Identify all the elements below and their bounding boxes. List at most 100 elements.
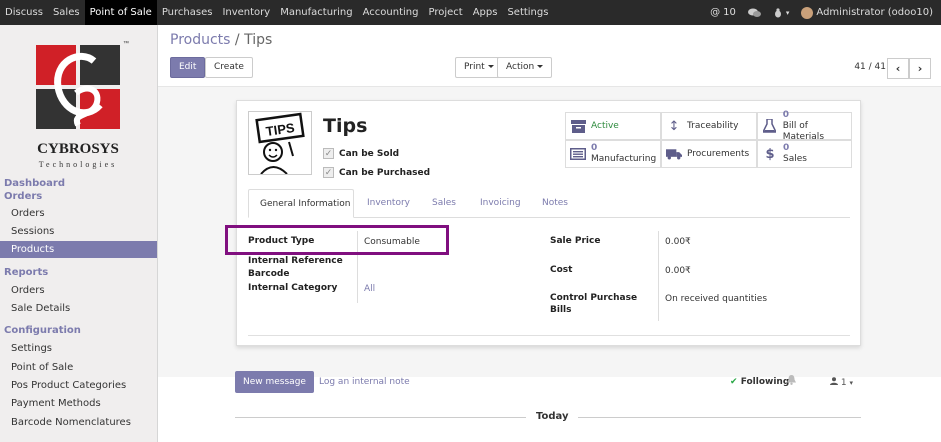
control-purchase-label-line-2: Bills (550, 305, 572, 315)
bom-count: 0 (782, 109, 790, 120)
traceability-button[interactable]: ↕ Traceability (661, 112, 757, 140)
check-icon: ✔ (730, 377, 738, 387)
sidebar-section-dashboard[interactable]: Dashboard (4, 178, 65, 189)
dollar-icon: $ (765, 146, 775, 162)
sidebar-item-settings[interactable]: Settings (0, 340, 157, 357)
control-panel: Products / Tips Edit Create Print Action… (158, 25, 941, 87)
create-button[interactable]: Create (205, 57, 253, 78)
pager-value[interactable]: 41 / 41 (854, 62, 886, 72)
menu-settings[interactable]: Settings (502, 0, 553, 25)
archive-icon (570, 118, 586, 134)
sales-text: 0 Sales (783, 143, 807, 165)
following-button[interactable]: ✔ Following (730, 377, 789, 387)
followers-count: 1 (840, 378, 847, 388)
tab-invoicing[interactable]: Invoicing (469, 189, 532, 218)
tab-sales[interactable]: Sales (421, 189, 467, 218)
tab-general-information[interactable]: General Information (248, 189, 354, 218)
cost-value[interactable]: 0.00₹ (665, 266, 691, 276)
sidebar-section-reports: Reports (4, 267, 49, 278)
bell-icon[interactable] (787, 375, 796, 388)
chevron-right-icon: › (917, 62, 923, 75)
sales-button[interactable]: $ 0 Sales (757, 140, 852, 168)
form-sheet: TIPS Tips ✓ Can be Sold ✓ Can be Purchas… (225, 100, 861, 346)
sale-price-value[interactable]: 0.00₹ (665, 237, 691, 247)
product-image[interactable]: TIPS (248, 111, 312, 175)
menu-point-of-sale[interactable]: Point of Sale (84, 0, 157, 25)
edit-button[interactable]: Edit (170, 57, 206, 78)
sidebar-item-point-of-sale[interactable]: Point of Sale (0, 359, 157, 376)
chevron-down-icon: ▾ (849, 379, 853, 387)
can-be-sold-checkbox[interactable]: ✓ (323, 148, 334, 159)
can-be-purchased-field: ✓ Can be Purchased (323, 167, 430, 178)
bill-of-materials-button[interactable]: 0 Bill of Materials (757, 109, 852, 142)
menu-manufacturing[interactable]: Manufacturing (275, 0, 357, 25)
bom-label: Bill of Materials (782, 120, 825, 142)
svg-text:™: ™ (123, 40, 129, 47)
print-button[interactable]: Print (455, 57, 503, 78)
pager-next-button[interactable]: › (909, 58, 931, 79)
new-message-button[interactable]: New message (235, 371, 314, 393)
chevron-down-icon: ▾ (785, 8, 790, 17)
menu-inventory[interactable]: Inventory (217, 0, 275, 25)
sidebar-item-report-orders[interactable]: Orders (0, 282, 157, 299)
user-icon (830, 377, 838, 385)
chat-button[interactable] (747, 8, 761, 18)
active-label: Active (591, 120, 619, 131)
user-menu[interactable]: Administrator (odoo10) (801, 6, 933, 19)
main-content: Products / Tips Edit Create Print Action… (158, 25, 941, 442)
log-note-link[interactable]: Log an internal note (319, 377, 410, 387)
messages-counter[interactable]: @ 10 (710, 7, 736, 18)
pager-previous-button[interactable]: ‹ (887, 58, 909, 79)
manufacturing-button[interactable]: 0 Manufacturing (565, 140, 661, 168)
product-name: Tips (323, 115, 368, 137)
right-column-separator (658, 231, 659, 321)
menu-project[interactable]: Project (423, 0, 467, 25)
menu-sales[interactable]: Sales (48, 0, 85, 25)
menu-discuss[interactable]: Discuss (0, 0, 48, 25)
sidebar-item-barcode-nomenclatures[interactable]: Barcode Nomenclatures (0, 414, 157, 431)
breadcrumb-products[interactable]: Products (170, 32, 230, 48)
internal-category-label: Internal Category (248, 283, 338, 293)
menu-apps[interactable]: Apps (468, 0, 503, 25)
following-label: Following (740, 377, 790, 387)
menu-purchases[interactable]: Purchases (157, 0, 218, 25)
sidebar-item-sessions[interactable]: Sessions (0, 223, 157, 240)
active-toggle-button[interactable]: Active (565, 112, 661, 140)
tab-notes[interactable]: Notes (531, 189, 579, 218)
barcode-label: Barcode (248, 269, 290, 279)
sidebar-item-orders[interactable]: Orders (0, 205, 157, 222)
manufacturing-label: Manufacturing (591, 154, 657, 164)
sheet-bottom-separator (248, 335, 850, 336)
control-purchase-label: Control Purchase Bills (550, 292, 637, 316)
can-be-sold-field: ✓ Can be Sold (323, 148, 399, 159)
sidebar-section-orders: Orders (4, 191, 43, 202)
breadcrumb-current: Tips (244, 32, 273, 48)
sidebar-section-configuration: Configuration (4, 325, 81, 336)
manufacturing-count: 0 (591, 143, 598, 153)
followers-button[interactable]: 1 ▾ (830, 377, 853, 388)
action-label: Action (506, 62, 535, 72)
sidebar-item-products[interactable]: Products (0, 241, 157, 258)
flask-icon (762, 118, 778, 134)
cybrosys-logo: ™ CYBROSYS Technologies (36, 40, 129, 169)
debug-button[interactable]: ▾ (773, 7, 790, 18)
print-label: Print (464, 62, 485, 72)
bug-icon (774, 7, 781, 17)
sidebar-item-sale-details[interactable]: Sale Details (0, 300, 157, 317)
sidebar-item-payment-methods[interactable]: Payment Methods (0, 395, 157, 412)
action-button[interactable]: Action (497, 57, 553, 78)
svg-text:Technologies: Technologies (39, 160, 118, 169)
control-purchase-value[interactable]: On received quantities (665, 294, 767, 304)
procurements-button[interactable]: Procurements (661, 140, 757, 168)
procurements-label: Procurements (687, 148, 750, 159)
menu-accounting[interactable]: Accounting (358, 0, 424, 25)
tips-sign-image: TIPS (255, 112, 305, 175)
sidebar-item-pos-categories[interactable]: Pos Product Categories (0, 377, 157, 394)
app-menu: Discuss Sales Point of Sale Purchases In… (0, 0, 553, 25)
can-be-purchased-checkbox[interactable]: ✓ (323, 167, 334, 178)
can-be-sold-label: Can be Sold (339, 148, 400, 159)
tab-inventory[interactable]: Inventory (356, 189, 421, 218)
internal-category-value[interactable]: All (364, 284, 375, 294)
breadcrumb-separator: / (234, 32, 240, 48)
product-type-highlight-box (225, 225, 449, 255)
